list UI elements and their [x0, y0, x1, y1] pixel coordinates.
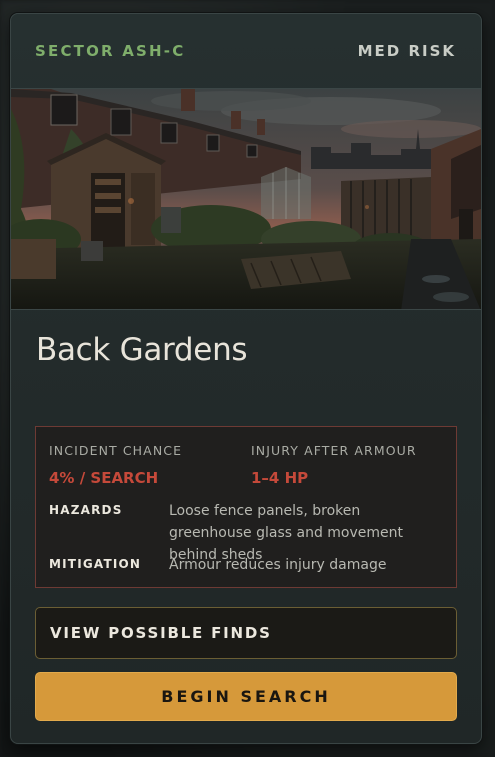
incident-chance-label: INCIDENT CHANCE — [49, 443, 183, 458]
mitigation-text: Armour reduces injury damage — [169, 557, 387, 573]
incident-chance-value: 4% / SEARCH — [49, 469, 159, 487]
begin-search-button[interactable]: BEGIN SEARCH — [35, 672, 457, 721]
injury-after-armour-value: 1–4 HP — [251, 469, 309, 487]
risk-badge: MED RISK — [357, 42, 456, 60]
view-possible-finds-button[interactable]: VIEW POSSIBLE FINDS — [35, 607, 457, 659]
card-header: SECTOR ASH-C MED RISK — [11, 14, 481, 88]
location-title: Back Gardens — [36, 332, 248, 368]
location-image — [11, 88, 481, 310]
hazards-label: HAZARDS — [49, 503, 123, 517]
risk-info-panel: INCIDENT CHANCE 4% / SEARCH INJURY AFTER… — [35, 426, 457, 588]
sector-label: SECTOR ASH-C — [35, 42, 186, 60]
mitigation-label: MITIGATION — [49, 557, 142, 571]
injury-after-armour-label: INJURY AFTER ARMOUR — [251, 443, 417, 458]
location-card: SECTOR ASH-C MED RISK Back Gardens INCID… — [10, 13, 482, 744]
